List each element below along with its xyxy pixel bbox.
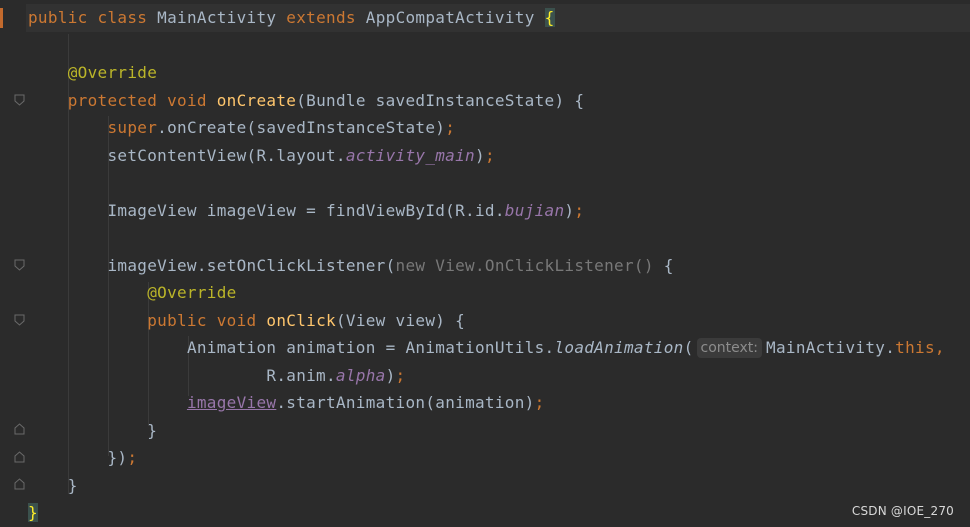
- static-method-call: loadAnimation: [554, 338, 684, 357]
- closing-brace: }): [107, 448, 128, 467]
- statement: {: [653, 256, 674, 275]
- matched-brace: }: [28, 503, 38, 522]
- unfold-marker-icon[interactable]: [14, 451, 25, 463]
- code-line[interactable]: @Override: [28, 281, 237, 305]
- static-field: activity_main: [345, 146, 475, 165]
- statement: ): [475, 146, 485, 165]
- code-line[interactable]: Animation animation = AnimationUtils.loa…: [28, 336, 945, 360]
- method-params: (Bundle savedInstanceState) {: [296, 91, 585, 110]
- class-name: MainActivity: [157, 8, 277, 27]
- closing-brace: }: [67, 476, 78, 495]
- code-line[interactable]: public class MainActivity extends AppCom…: [28, 6, 555, 30]
- code-line[interactable]: });: [28, 446, 137, 470]
- code-line[interactable]: }: [28, 501, 38, 525]
- keyword: this: [895, 338, 935, 357]
- statement: .startAnimation(animation): [276, 393, 535, 412]
- static-field: bujian: [504, 201, 565, 220]
- statement: R.anim.: [266, 366, 336, 385]
- keyword: public: [28, 8, 88, 27]
- statement: ): [385, 366, 396, 385]
- code-line[interactable]: @Override: [28, 61, 157, 85]
- code-editor[interactable]: public class MainActivity extends AppCom…: [0, 0, 970, 527]
- semicolon: ;: [484, 146, 495, 165]
- fold-marker-icon[interactable]: [14, 94, 25, 106]
- paren: (: [683, 338, 694, 357]
- method-params: (View view) {: [335, 311, 466, 330]
- statement: ): [564, 201, 575, 220]
- code-line[interactable]: imageView.setOnClickListener(new View.On…: [28, 254, 674, 278]
- code-line[interactable]: R.anim.alpha);: [28, 364, 405, 388]
- keyword: class: [97, 8, 148, 27]
- code-line[interactable]: setContentView(R.layout.activity_main);: [28, 144, 495, 168]
- semicolon: ;: [127, 448, 138, 467]
- comma: ,: [934, 338, 945, 357]
- keyword: super: [107, 118, 158, 137]
- method-name: onClick: [266, 311, 336, 330]
- code-line[interactable]: }: [28, 419, 157, 443]
- code-line[interactable]: }: [28, 474, 78, 498]
- captured-variable: imageView: [186, 393, 277, 412]
- code-line[interactable]: super.onCreate(savedInstanceState);: [28, 116, 455, 140]
- fold-marker-icon[interactable]: [14, 259, 25, 271]
- unfold-marker-icon[interactable]: [14, 478, 25, 490]
- statement: Animation animation = AnimationUtils.: [186, 338, 555, 357]
- keyword: public: [147, 311, 207, 330]
- unfold-marker-icon[interactable]: [14, 423, 25, 435]
- semicolon: ;: [395, 366, 406, 385]
- annotation: @Override: [67, 63, 158, 82]
- watermark: CSDN @IOE_270: [851, 504, 954, 518]
- statement: ImageView imageView = findViewById(R.id.: [107, 201, 505, 220]
- semicolon: ;: [574, 201, 585, 220]
- statement: .onCreate(savedInstanceState): [157, 118, 446, 137]
- argument: MainActivity.: [766, 338, 896, 357]
- semicolon: ;: [445, 118, 456, 137]
- code-line[interactable]: imageView.startAnimation(animation);: [28, 391, 545, 415]
- semicolon: ;: [534, 393, 545, 412]
- static-field: alpha: [335, 366, 386, 385]
- parameter-hint: context:: [696, 338, 763, 358]
- keyword: protected: [67, 91, 158, 110]
- statement: setContentView(R.layout.: [107, 146, 346, 165]
- annotation: @Override: [147, 283, 237, 302]
- method-name: onCreate: [216, 91, 297, 110]
- matched-brace: {: [544, 8, 555, 27]
- change-marker: [0, 8, 3, 28]
- closing-brace: }: [147, 421, 158, 440]
- keyword: void: [216, 311, 257, 330]
- keyword: extends: [286, 8, 356, 27]
- code-line[interactable]: public void onClick(View view) {: [28, 309, 465, 333]
- fold-marker-icon[interactable]: [14, 314, 25, 326]
- keyword: void: [167, 91, 207, 110]
- statement: imageView.setOnClickListener(: [107, 256, 396, 275]
- code-line[interactable]: protected void onCreate(Bundle savedInst…: [28, 89, 584, 113]
- folded-anonymous-class: new View.OnClickListener(): [395, 256, 654, 275]
- parent-class: AppCompatActivity: [365, 8, 535, 27]
- code-line[interactable]: ImageView imageView = findViewById(R.id.…: [28, 199, 584, 223]
